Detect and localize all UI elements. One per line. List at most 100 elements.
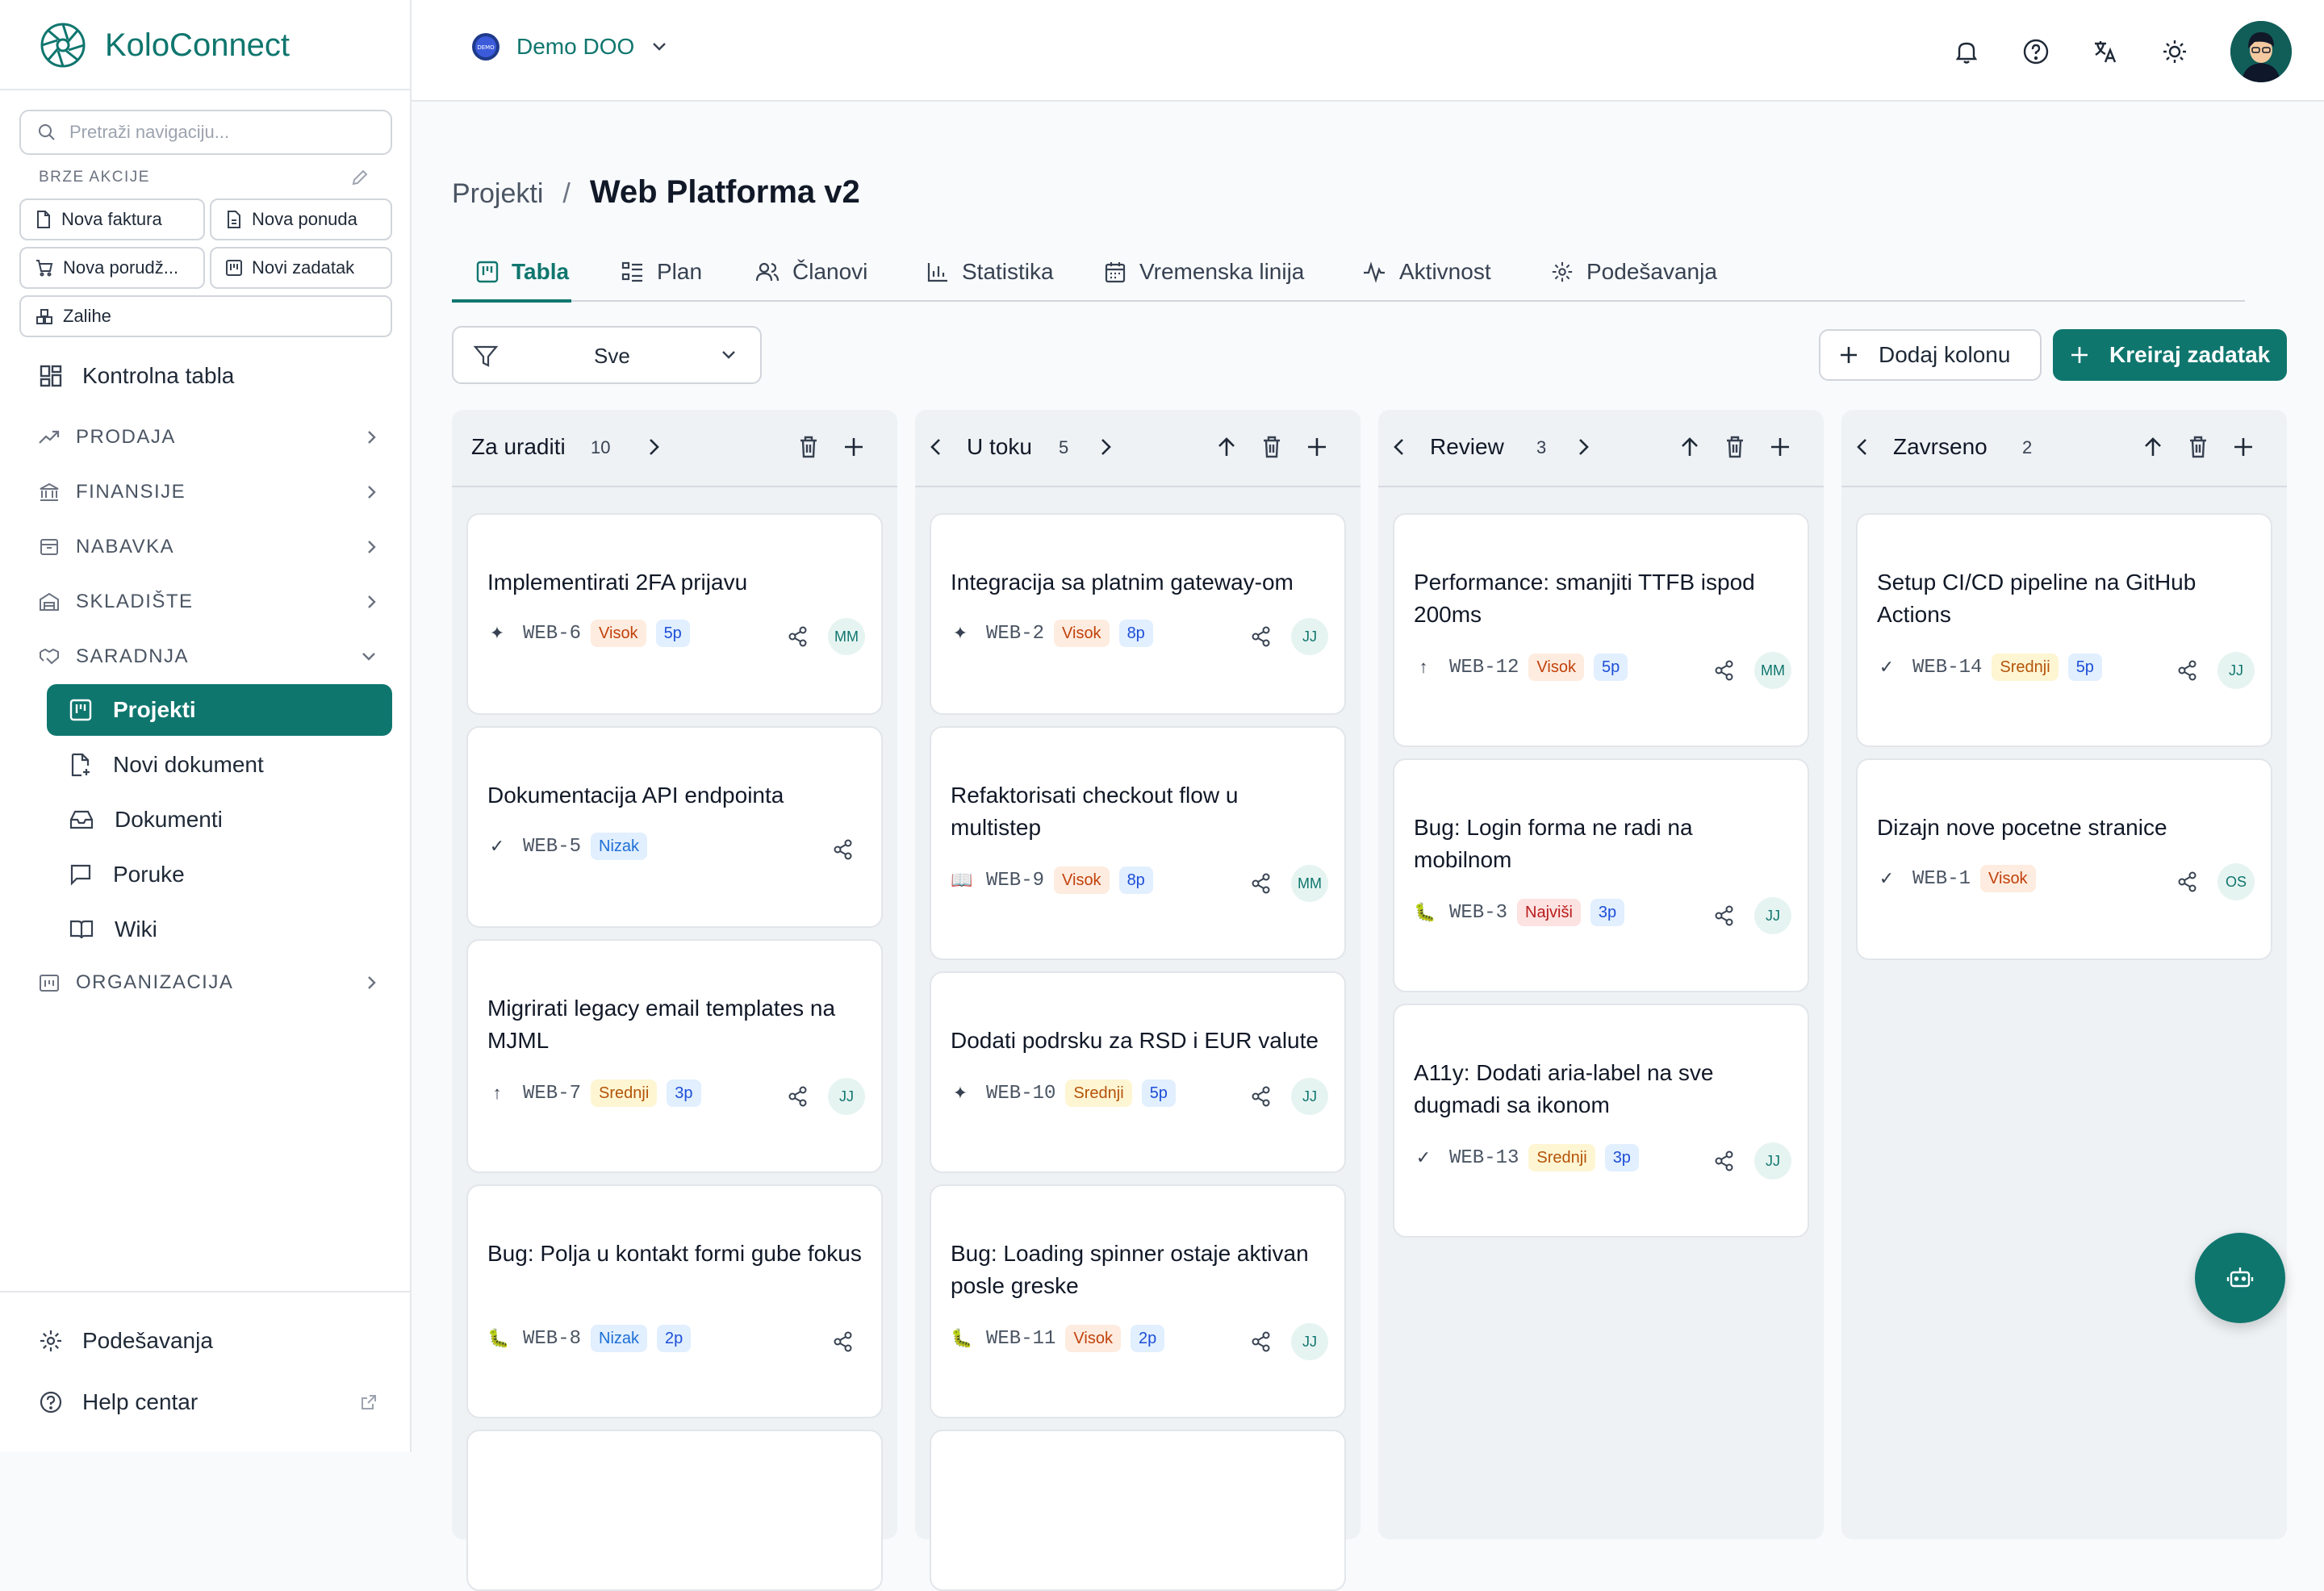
nav-group-organization[interactable]: ORGANIZACIJA	[39, 971, 378, 994]
sun-icon[interactable]	[2161, 38, 2188, 65]
sidebar-item-wiki[interactable]: Wiki	[47, 904, 392, 955]
share-icon[interactable]	[786, 1084, 810, 1109]
trash-icon[interactable]	[1257, 432, 1286, 461]
assignee-avatar[interactable]: JJ	[1754, 1142, 1791, 1180]
assignee-avatar[interactable]: JJ	[828, 1078, 865, 1115]
task-card[interactable]	[466, 1430, 883, 1591]
nav-dashboard[interactable]: Kontrolna tabla	[39, 363, 234, 389]
add-column-button[interactable]: Dodaj kolonu	[1819, 329, 2042, 381]
task-card[interactable]: Performance: smanjiti TTFB ispod 200ms ↑…	[1393, 513, 1809, 747]
nav-help-center[interactable]: Help centar	[39, 1389, 378, 1415]
task-card[interactable]: A11y: Dodati aria-label na sve dugmadi s…	[1393, 1004, 1809, 1238]
filter-select[interactable]: Sve	[452, 326, 762, 384]
assignee-avatar[interactable]: JJ	[1754, 897, 1791, 934]
tab-plan[interactable]: Plan	[621, 244, 702, 300]
task-card[interactable]: Bug: Login forma ne radi na mobilnom 🐛 W…	[1393, 758, 1809, 992]
chevron-right-icon[interactable]	[639, 432, 668, 461]
assignee-avatar[interactable]: JJ	[1291, 1323, 1328, 1360]
share-icon[interactable]	[1712, 904, 1737, 928]
sidebar-item-documents[interactable]: Dokumenti	[47, 794, 392, 846]
arrow-up-icon[interactable]	[2138, 432, 2167, 461]
plus-icon[interactable]	[839, 432, 868, 461]
task-card[interactable]: Dodati podrsku za RSD i EUR valute ✦ WEB…	[930, 971, 1346, 1173]
nav-group-procurement[interactable]: NABAVKA	[39, 536, 378, 558]
nav-group-warehouse[interactable]: SKLADIŠTE	[39, 591, 378, 613]
trash-icon[interactable]	[794, 432, 823, 461]
tab-board[interactable]: Tabla	[476, 244, 569, 300]
search-input[interactable]	[68, 121, 378, 144]
nav-search[interactable]	[19, 110, 392, 155]
share-icon[interactable]	[1712, 1149, 1737, 1173]
trash-icon[interactable]	[2184, 432, 2213, 461]
company-switcher[interactable]: DEMO Demo DOO	[471, 32, 668, 61]
share-icon[interactable]	[786, 624, 810, 649]
task-card[interactable]: Bug: Loading spinner ostaje aktivan posl…	[930, 1184, 1346, 1418]
task-card[interactable]: Dizajn nove pocetne stranice ✓ WEB-1 Vis…	[1856, 758, 2272, 960]
bell-icon[interactable]	[1953, 38, 1980, 65]
nav-settings[interactable]: Podešavanja	[39, 1328, 213, 1354]
task-card[interactable]: Integracija sa platnim gateway-om ✦ WEB-…	[930, 513, 1346, 715]
task-card[interactable]: Migrirati legacy email templates na MJML…	[466, 939, 883, 1173]
task-card[interactable]: Dokumentacija API endpointa ✓ WEB-5 Niza…	[466, 726, 883, 928]
tab-members[interactable]: Članovi	[755, 244, 867, 300]
share-icon[interactable]	[1249, 871, 1273, 896]
create-task-button[interactable]: Kreiraj zadatak	[2053, 329, 2287, 381]
share-icon[interactable]	[1249, 624, 1273, 649]
assignee-avatar[interactable]: MM	[1754, 652, 1791, 689]
tab-settings[interactable]: Podešavanja	[1551, 244, 1717, 300]
help-icon[interactable]	[2022, 38, 2050, 65]
quick-action-new-invoice[interactable]: Nova faktura	[19, 198, 205, 240]
arrow-up-icon[interactable]	[1675, 432, 1704, 461]
quick-action-new-task[interactable]: Novi zadatak	[210, 247, 392, 289]
share-icon[interactable]	[2176, 870, 2200, 894]
nav-group-finance[interactable]: FINANSIJE	[39, 481, 378, 503]
plus-icon[interactable]	[2229, 432, 2258, 461]
share-icon[interactable]	[1249, 1330, 1273, 1354]
assignee-avatar[interactable]: MM	[828, 618, 865, 655]
sidebar-item-messages[interactable]: Poruke	[47, 849, 392, 900]
quick-action-new-quote[interactable]: Nova ponuda	[210, 198, 392, 240]
arrow-up-icon[interactable]	[1212, 432, 1241, 461]
share-icon[interactable]	[2176, 658, 2200, 683]
chevron-left-icon[interactable]	[1385, 432, 1414, 461]
plus-icon[interactable]	[1302, 432, 1331, 461]
breadcrumb-projects-link[interactable]: Projekti	[452, 178, 543, 210]
chevron-right-icon[interactable]	[1091, 432, 1120, 461]
task-card[interactable]: Setup CI/CD pipeline na GitHub Actions ✓…	[1856, 513, 2272, 747]
assignee-avatar[interactable]: JJ	[1291, 1078, 1328, 1115]
share-icon[interactable]	[1249, 1084, 1273, 1109]
quick-action-inventory[interactable]: Zalihe	[19, 295, 392, 337]
nav-group-collaboration[interactable]: SARADNJA	[39, 645, 378, 668]
assignee-avatar[interactable]: MM	[1291, 865, 1328, 902]
task-key: WEB-2	[986, 622, 1045, 645]
task-card[interactable]: Refaktorisati checkout flow u multistep …	[930, 726, 1346, 960]
quick-action-new-order[interactable]: Nova porudž...	[19, 247, 205, 289]
assistant-bot-button[interactable]	[2195, 1233, 2285, 1323]
tab-activity[interactable]: Aktivnost	[1362, 244, 1491, 300]
share-icon[interactable]	[831, 1330, 855, 1354]
task-card[interactable]: Bug: Polja u kontakt formi gube fokus 🐛 …	[466, 1184, 883, 1418]
board-column: U toku 5 Integracija sa platnim gateway-…	[915, 410, 1361, 1591]
feature-icon: ✦	[952, 623, 968, 643]
pencil-icon[interactable]	[350, 168, 370, 187]
avatar[interactable]	[2230, 21, 2292, 82]
chevron-left-icon[interactable]	[922, 432, 951, 461]
app-logo[interactable]: KoloConnect	[39, 19, 290, 71]
task-card[interactable]	[930, 1430, 1346, 1591]
tab-timeline[interactable]: Vremenska linija	[1104, 244, 1304, 300]
translate-icon[interactable]	[2092, 38, 2119, 65]
plus-icon[interactable]	[1766, 432, 1795, 461]
assignee-avatar[interactable]: JJ	[2217, 652, 2255, 689]
share-icon[interactable]	[1712, 658, 1737, 683]
task-card[interactable]: Implementirati 2FA prijavu ✦ WEB-6 Visok…	[466, 513, 883, 715]
chevron-left-icon[interactable]	[1848, 432, 1877, 461]
assignee-avatar[interactable]: JJ	[1291, 618, 1328, 655]
trash-icon[interactable]	[1720, 432, 1749, 461]
nav-group-sales[interactable]: PRODAJA	[39, 426, 378, 449]
tab-statistics[interactable]: Statistika	[926, 244, 1054, 300]
sidebar-item-new-document[interactable]: Novi dokument	[47, 739, 392, 791]
chevron-right-icon[interactable]	[1569, 432, 1598, 461]
share-icon[interactable]	[831, 837, 855, 862]
sidebar-item-projects[interactable]: Projekti	[47, 684, 392, 736]
assignee-avatar[interactable]: OS	[2217, 863, 2255, 900]
